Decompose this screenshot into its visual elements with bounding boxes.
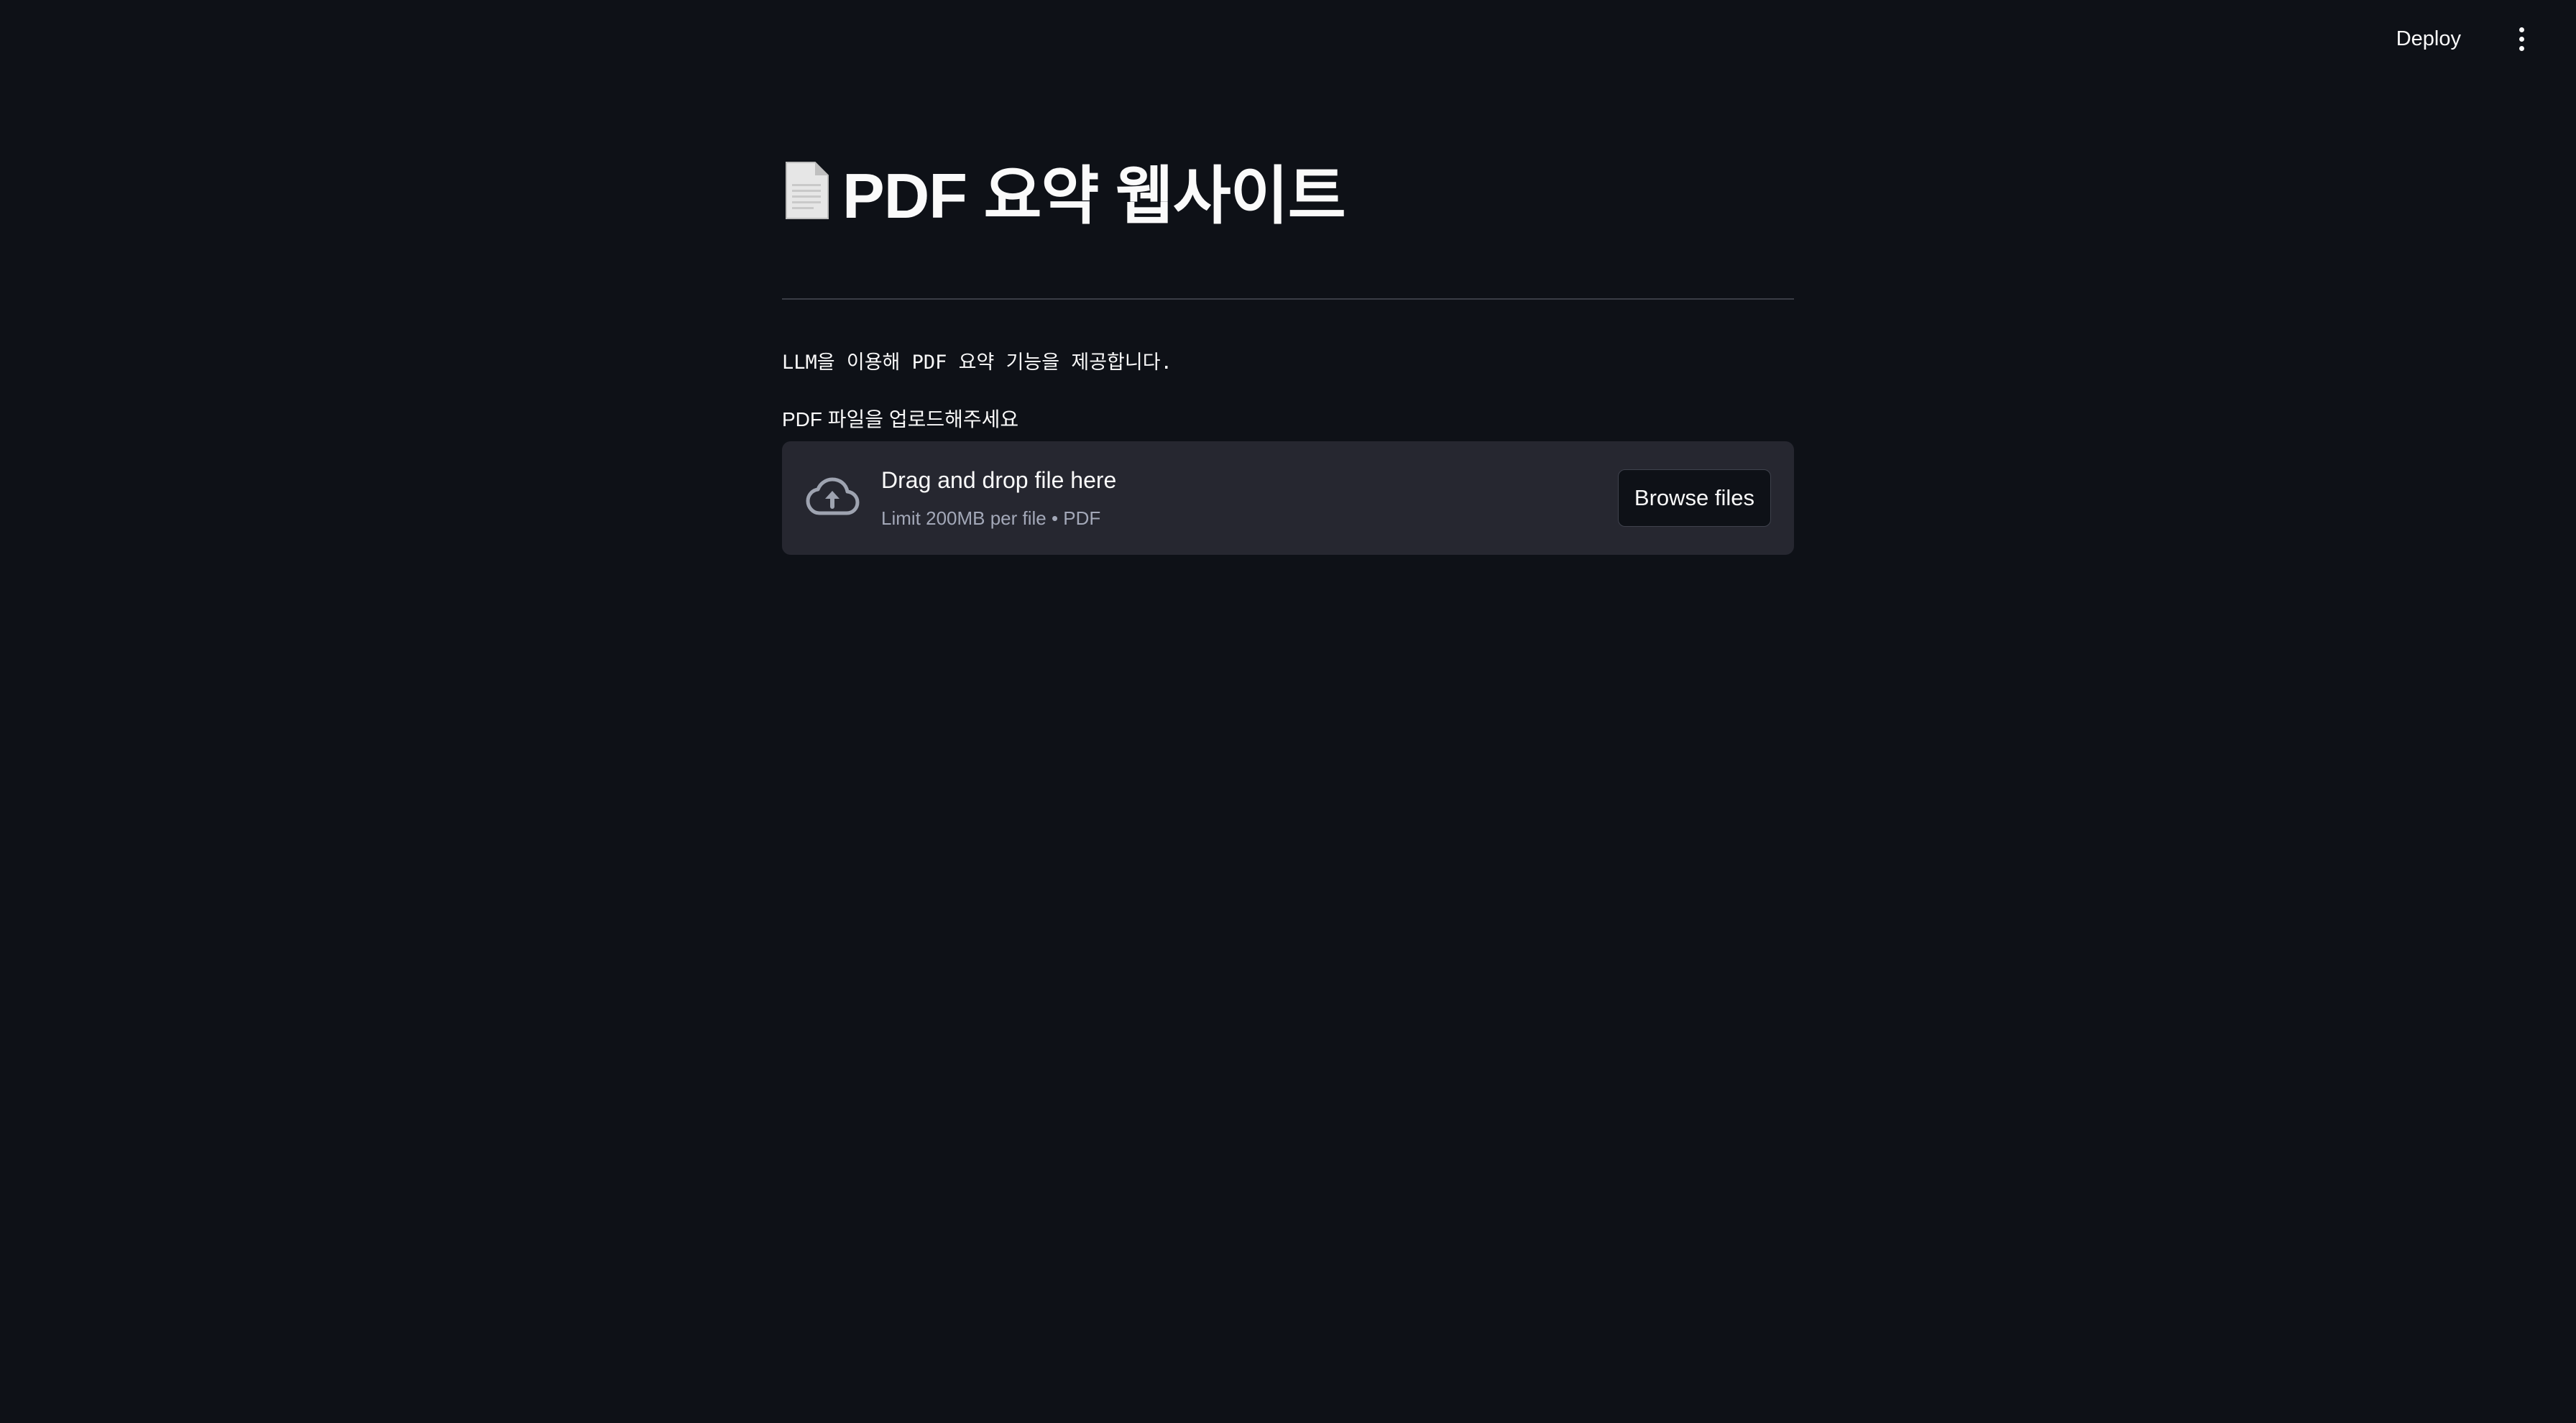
browse-files-button[interactable]: Browse files [1617, 469, 1771, 527]
top-toolbar: Deploy [0, 0, 2576, 78]
divider [782, 298, 1794, 300]
file-uploader-label: PDF 파일을 업로드해주세요 [782, 408, 1019, 430]
kebab-menu-icon [2518, 27, 2524, 32]
app-description: LLM을 이용해 PDF 요약 기능을 제공합니다. [782, 351, 1172, 374]
cloud-upload-icon [805, 474, 860, 522]
deploy-button[interactable]: Deploy [2379, 22, 2478, 56]
page-title-text: PDF 요약 웹사이트 [842, 160, 1346, 231]
main-menu-button[interactable] [2504, 22, 2539, 56]
dropzone-limit-text: Limit 200MB per file • PDF [881, 507, 1101, 529]
page-facing-up-icon [782, 160, 832, 221]
dropzone-title: Drag and drop file here [881, 467, 1117, 493]
file-dropzone[interactable]: Drag and drop file here Limit 200MB per … [782, 441, 1794, 555]
page-title: PDF 요약 웹사이트 [782, 144, 1346, 237]
